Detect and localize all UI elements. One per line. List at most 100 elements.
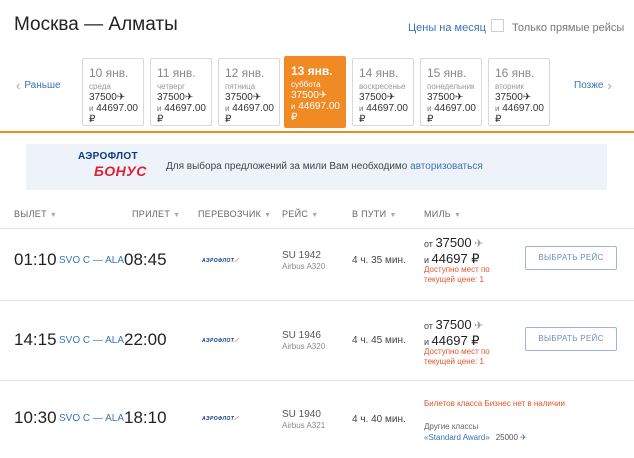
col-arrival[interactable]: ПРИЛЕТ ▼ <box>132 209 180 219</box>
day-miles: 37500✈ <box>157 92 194 103</box>
day-date: 15 янв. <box>427 66 467 80</box>
day-price: и 44697.00 ₽ <box>291 101 340 123</box>
day-miles: 37500✈ <box>427 92 464 103</box>
col-miles[interactable]: МИЛЬ ▼ <box>424 209 461 219</box>
sort-caret-icon: ▼ <box>173 212 181 219</box>
day-card-10[interactable]: 10 янв. среда 37500✈ и 44697.00 ₽ <box>82 58 144 126</box>
day-card-16[interactable]: 16 янв. вторник 37500✈ и 44697.00 ₽ <box>488 58 550 126</box>
sort-caret-icon: ▼ <box>389 212 397 219</box>
sort-caret-icon: ▼ <box>453 212 462 219</box>
day-price: и 44697.00 ₽ <box>89 103 138 125</box>
flight-duration: 4 ч. 35 мин. <box>352 255 406 266</box>
day-miles: 37500✈ <box>89 92 126 103</box>
col-departure[interactable]: ВЫЛЕТ ▼ <box>14 209 57 219</box>
aeroflot-bonus-logo: АЭРОФЛОТ БОНУС <box>78 151 147 179</box>
departure-time: 01:10 <box>14 250 57 269</box>
day-price: и 44697.00 ₽ <box>427 103 476 125</box>
banner-text: Для выбора предложений за мили Вам необх… <box>166 161 483 172</box>
departure-time: 10:30 <box>14 408 57 427</box>
miles-icon: ✈ <box>252 92 262 103</box>
arrival-time: 22:00 <box>124 330 167 349</box>
next-dates-label: Позже <box>574 80 604 91</box>
select-flight-button[interactable]: ВЫБРАТЬ РЕЙС <box>525 327 617 351</box>
col-duration[interactable]: В ПУТИ ▼ <box>352 209 397 219</box>
sort-caret-icon: ▼ <box>49 212 58 219</box>
route-link[interactable]: SVO C — ALA <box>59 413 124 424</box>
direct-only-label[interactable]: Только прямые рейсы <box>512 22 624 34</box>
arrival-time: 18:10 <box>124 408 167 427</box>
miles-icon: ✈ <box>522 92 532 103</box>
day-card-15[interactable]: 15 янв. понедельник 37500✈ и 44697.00 ₽ <box>420 58 482 126</box>
day-date: 14 янв. <box>359 66 399 80</box>
day-miles: 37500✈ <box>291 90 328 101</box>
carrier-logo: АЭРОФЛОТ⟋ <box>202 258 239 264</box>
date-strip: 10 янв. среда 37500✈ и 44697.00 ₽ 11 янв… <box>82 56 562 128</box>
day-weekday: суббота <box>291 80 321 89</box>
col-flight[interactable]: РЕЙС ▼ <box>282 209 318 219</box>
day-price: и 44697.00 ₽ <box>495 103 544 125</box>
bonus-banner: АЭРОФЛОТ БОНУС Для выбора предложений за… <box>26 144 607 190</box>
miles-icon: ✈ <box>318 90 328 101</box>
flight-row: 01:10 SVO C — ALA 08:45 АЭРОФЛОТ⟋ SU 194… <box>0 228 634 308</box>
route-link[interactable]: SVO C — ALA <box>59 335 124 346</box>
day-miles: 37500✈ <box>359 92 396 103</box>
day-date: 16 янв. <box>495 66 535 80</box>
miles-icon: ✈ <box>474 238 484 250</box>
chevron-left-icon: ‹ <box>16 77 21 93</box>
accent-divider <box>0 131 634 133</box>
day-miles: 37500✈ <box>495 92 532 103</box>
day-weekday: пятница <box>225 82 256 91</box>
miles-icon: ✈ <box>116 92 126 103</box>
carrier-logo: АЭРОФЛОТ⟋ <box>202 338 239 344</box>
day-price: и 44697.00 ₽ <box>157 103 206 125</box>
arrival-time: 08:45 <box>124 250 167 269</box>
chevron-right-icon: › <box>607 77 612 93</box>
day-date: 11 янв. <box>157 66 196 80</box>
sort-caret-icon: ▼ <box>311 212 319 219</box>
direct-only-checkbox[interactable] <box>491 19 504 32</box>
availability-note: Доступно мест по текущей цене: 1 <box>424 347 490 366</box>
day-weekday: среда <box>89 82 111 91</box>
sort-caret-icon: ▼ <box>264 212 272 219</box>
other-classes-label: Другие классы <box>424 422 479 431</box>
login-link[interactable]: авторизоваться <box>410 161 483 172</box>
day-price: и 44697.00 ₽ <box>225 103 274 125</box>
select-flight-button[interactable]: ВЫБРАТЬ РЕЙС <box>525 246 617 270</box>
day-date: 13 янв. <box>291 64 333 78</box>
day-card-13-selected[interactable]: 13 янв. суббота 37500✈ и 44697.00 ₽ <box>284 56 346 128</box>
day-price: и 44697.00 ₽ <box>359 103 408 125</box>
flight-number: SU 1940 <box>282 409 321 420</box>
day-weekday: воскресенье <box>359 82 406 91</box>
availability-note: Доступно мест по текущей цене: 1 <box>424 265 490 284</box>
departure-time: 14:15 <box>14 330 57 349</box>
day-weekday: четверг <box>157 82 185 91</box>
month-prices-link[interactable]: Цены на месяц <box>408 22 486 34</box>
page-title: Москва — Алматы <box>14 14 178 35</box>
day-weekday: понедельник <box>427 82 475 91</box>
flight-row: 10:30 SVO C — ALA 18:10 АЭРОФЛОТ⟋ SU 194… <box>0 380 634 458</box>
day-card-14[interactable]: 14 янв. воскресенье 37500✈ и 44697.00 ₽ <box>352 58 414 126</box>
miles-icon: ✈ <box>454 92 464 103</box>
day-card-11[interactable]: 11 янв. четверг 37500✈ и 44697.00 ₽ <box>150 58 212 126</box>
prev-dates-label: Раньше <box>24 80 61 91</box>
day-miles: 37500✈ <box>225 92 262 103</box>
flight-number: SU 1942 <box>282 250 321 261</box>
carrier-logo: АЭРОФЛОТ⟋ <box>202 416 239 422</box>
route-link[interactable]: SVO C — ALA <box>59 255 124 266</box>
miles-icon: ✈ <box>386 92 396 103</box>
flight-duration: 4 ч. 40 мин. <box>352 414 406 425</box>
business-unavailable-note: Билетов класса Бизнес нет в наличии <box>424 399 565 408</box>
day-card-12[interactable]: 12 янв. пятница 37500✈ и 44697.00 ₽ <box>218 58 280 126</box>
next-dates-button[interactable]: Позже › <box>574 77 612 93</box>
prev-dates-button[interactable]: ‹ Раньше <box>16 77 61 93</box>
aircraft-type: Airbus A320 <box>282 262 326 271</box>
award-fare[interactable]: «Standard Award» 25000 ✈ <box>424 433 527 442</box>
day-date: 12 янв. <box>225 66 265 80</box>
flight-duration: 4 ч. 45 мин. <box>352 335 406 346</box>
search-header: Москва — Алматы Цены на месяц Только пря… <box>0 0 634 132</box>
miles-price: от 37500 ✈ <box>424 317 484 332</box>
miles-icon: ✈ <box>520 433 527 442</box>
col-carrier[interactable]: ПЕРЕВОЗЧИК ▼ <box>198 209 271 219</box>
miles-icon: ✈ <box>474 320 484 332</box>
aircraft-type: Airbus A321 <box>282 421 326 430</box>
